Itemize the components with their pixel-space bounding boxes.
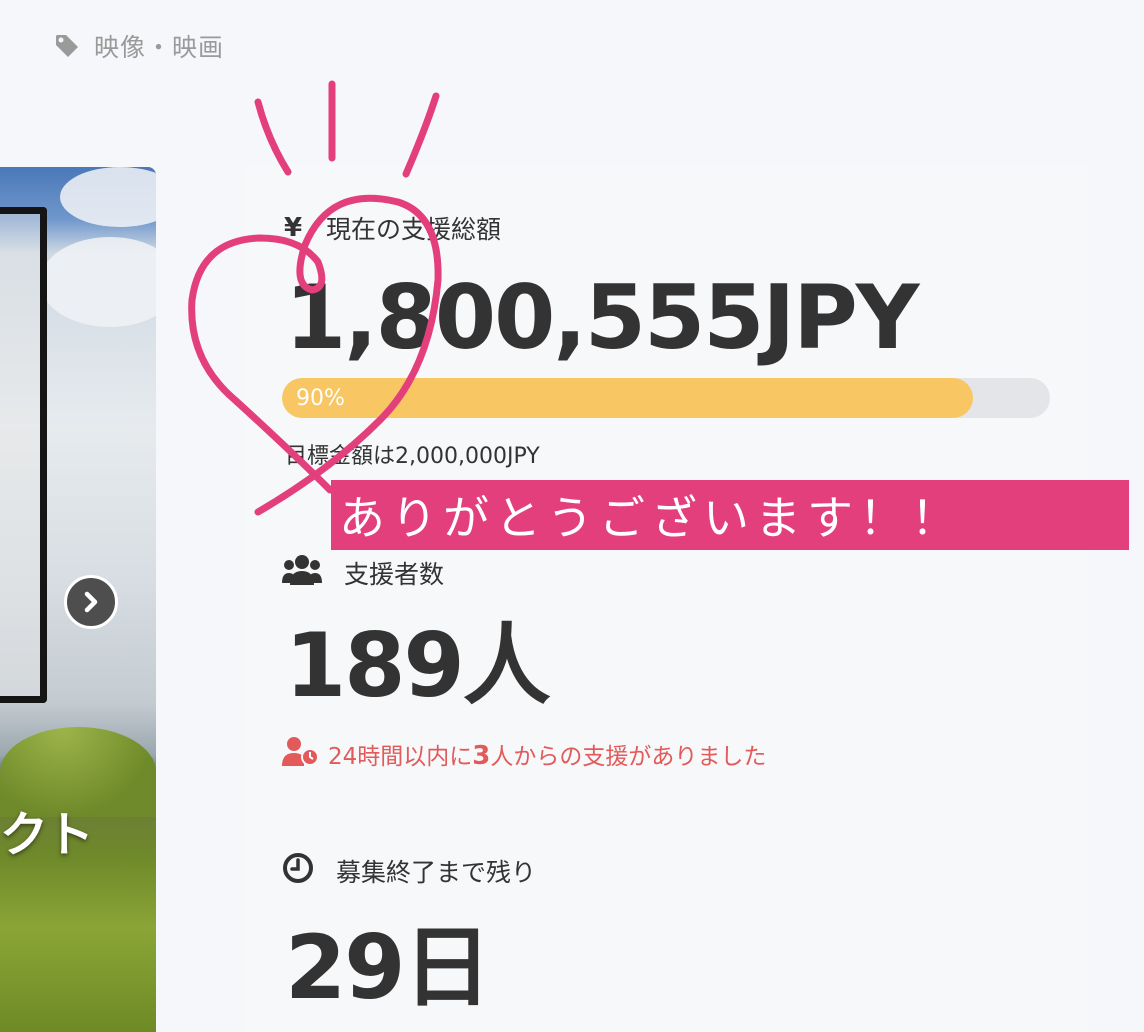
recent-suffix: 人からの支援がありました — [490, 744, 767, 770]
progress-percent: 90% — [296, 385, 345, 411]
category-label[interactable]: 映像・映画 — [94, 28, 224, 64]
recent-count: 3 — [472, 741, 491, 771]
funding-header: ¥ 現在の支援総額 — [282, 210, 501, 246]
backers-count: 189人 — [285, 614, 551, 717]
funding-amount: 1,800,555JPY — [285, 266, 919, 369]
goal-amount: 目標金額は2,000,000JPY — [285, 444, 540, 469]
funding-progress-bar: 90% — [282, 378, 1050, 418]
users-icon — [282, 553, 322, 593]
remaining-header: 募集終了まで残り — [282, 852, 536, 890]
category-breadcrumb[interactable]: 映像・映画 — [54, 28, 224, 64]
backers-header: 支援者数 — [282, 553, 444, 593]
funding-label: 現在の支援総額 — [326, 215, 502, 244]
recent-backers-notice: 24時間以内に3人からの支援がありました — [282, 736, 766, 772]
clock-icon — [282, 852, 314, 890]
carousel-next-button[interactable] — [64, 575, 118, 629]
recent-prefix: 24時間以内に — [328, 744, 473, 770]
tag-icon — [54, 33, 80, 59]
thank-you-banner: ありがとうございます！！ — [331, 480, 1129, 550]
remaining-label: 募集終了まで残り — [336, 858, 537, 887]
image-frame — [0, 207, 47, 703]
cloud — [40, 237, 156, 327]
cloud — [60, 167, 156, 227]
hero-overlay-text: クト — [0, 807, 94, 863]
project-image: クト — [0, 167, 156, 1032]
user-clock-icon — [282, 736, 320, 772]
backers-label: 支援者数 — [344, 560, 445, 589]
chevron-right-icon — [84, 591, 98, 613]
yen-icon: ¥ — [283, 213, 303, 243]
progress-fill: 90% — [282, 378, 974, 418]
remaining-days: 29日 — [285, 916, 491, 1019]
